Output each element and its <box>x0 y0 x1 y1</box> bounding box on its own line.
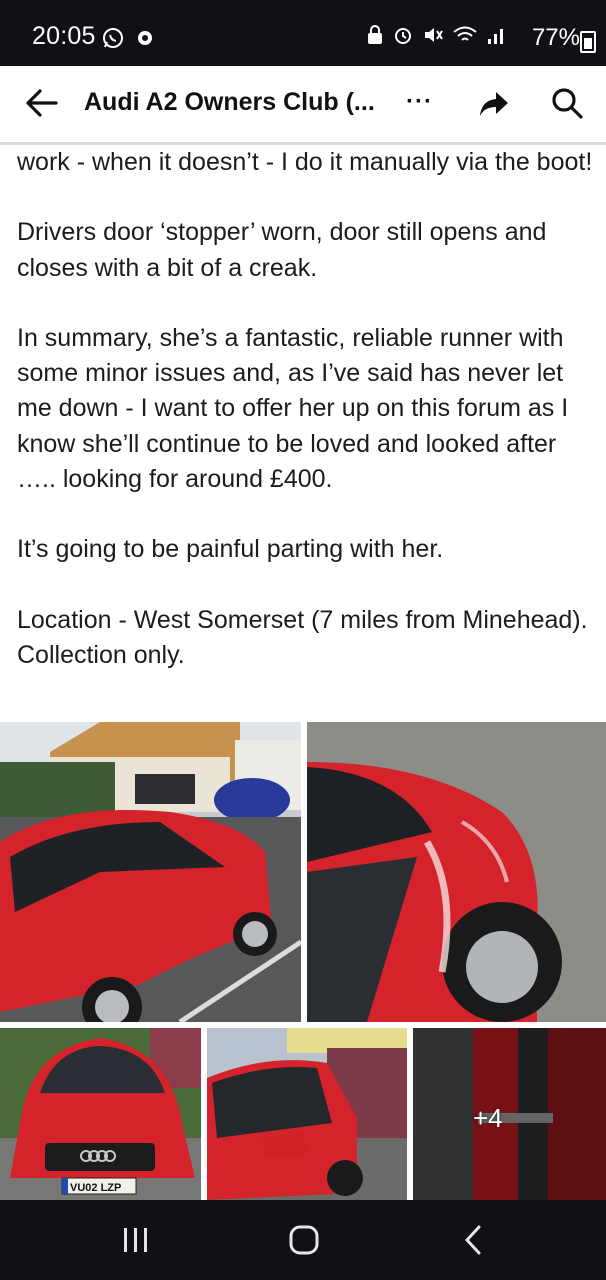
system-icons <box>366 24 508 46</box>
back-nav-icon[interactable] <box>454 1220 494 1260</box>
system-nav-bar <box>0 1200 606 1280</box>
photo-car-mirror[interactable] <box>207 1028 407 1200</box>
photo-door-stopper[interactable]: +4 <box>413 1028 606 1200</box>
settings-notification-icon <box>138 31 152 45</box>
photo-car-side[interactable] <box>0 722 301 1022</box>
search-icon[interactable] <box>550 86 584 120</box>
post-paragraph: work - when it doesn’t - I do it manuall… <box>17 148 593 176</box>
alarm-icon <box>395 28 411 44</box>
back-arrow-icon[interactable] <box>24 86 58 120</box>
photo-car-front[interactable]: VU02 LZP <box>0 1028 201 1200</box>
wifi-icon <box>453 26 477 41</box>
paragraph-spacer <box>17 568 602 603</box>
battery-icon <box>580 31 596 53</box>
status-bar: 20:05 77% <box>0 0 606 66</box>
group-header: Audi A2 Owners Club (... ··· <box>0 66 606 145</box>
post-paragraph: It’s going to be painful parting with he… <box>17 535 444 564</box>
post-paragraph: In summary, she’s a fantastic, reliable … <box>17 323 569 494</box>
status-time: 20:05 <box>32 22 96 50</box>
post-body: work - when it doesn’t - I do it manuall… <box>17 145 602 673</box>
photo-grid: VU02 LZP +4 <box>0 722 606 1200</box>
recent-apps-icon[interactable] <box>116 1220 156 1260</box>
group-title[interactable]: Audi A2 Owners Club (... <box>84 88 375 117</box>
post-paragraph: Drivers door ‘stopper’ worn, door still … <box>17 218 547 282</box>
more-options-icon[interactable]: ··· <box>406 88 433 116</box>
more-photos-count[interactable]: +4 <box>473 1103 503 1134</box>
signal-icon <box>488 29 503 44</box>
mute-icon <box>425 28 443 42</box>
post-paragraph: Location - West Somerset (7 miles from M… <box>17 605 588 669</box>
paragraph-spacer <box>17 180 602 215</box>
paragraph-spacer <box>17 497 602 532</box>
whatsapp-icon <box>103 28 123 48</box>
photo-paint-damage[interactable] <box>307 722 606 1022</box>
battery-percent: 77% <box>531 24 580 51</box>
license-plate: VU02 LZP <box>70 1182 121 1194</box>
share-icon[interactable] <box>478 88 510 120</box>
paragraph-spacer <box>17 286 602 321</box>
lock-icon <box>368 25 382 44</box>
notification-icons <box>102 27 156 49</box>
home-icon[interactable] <box>284 1220 324 1260</box>
